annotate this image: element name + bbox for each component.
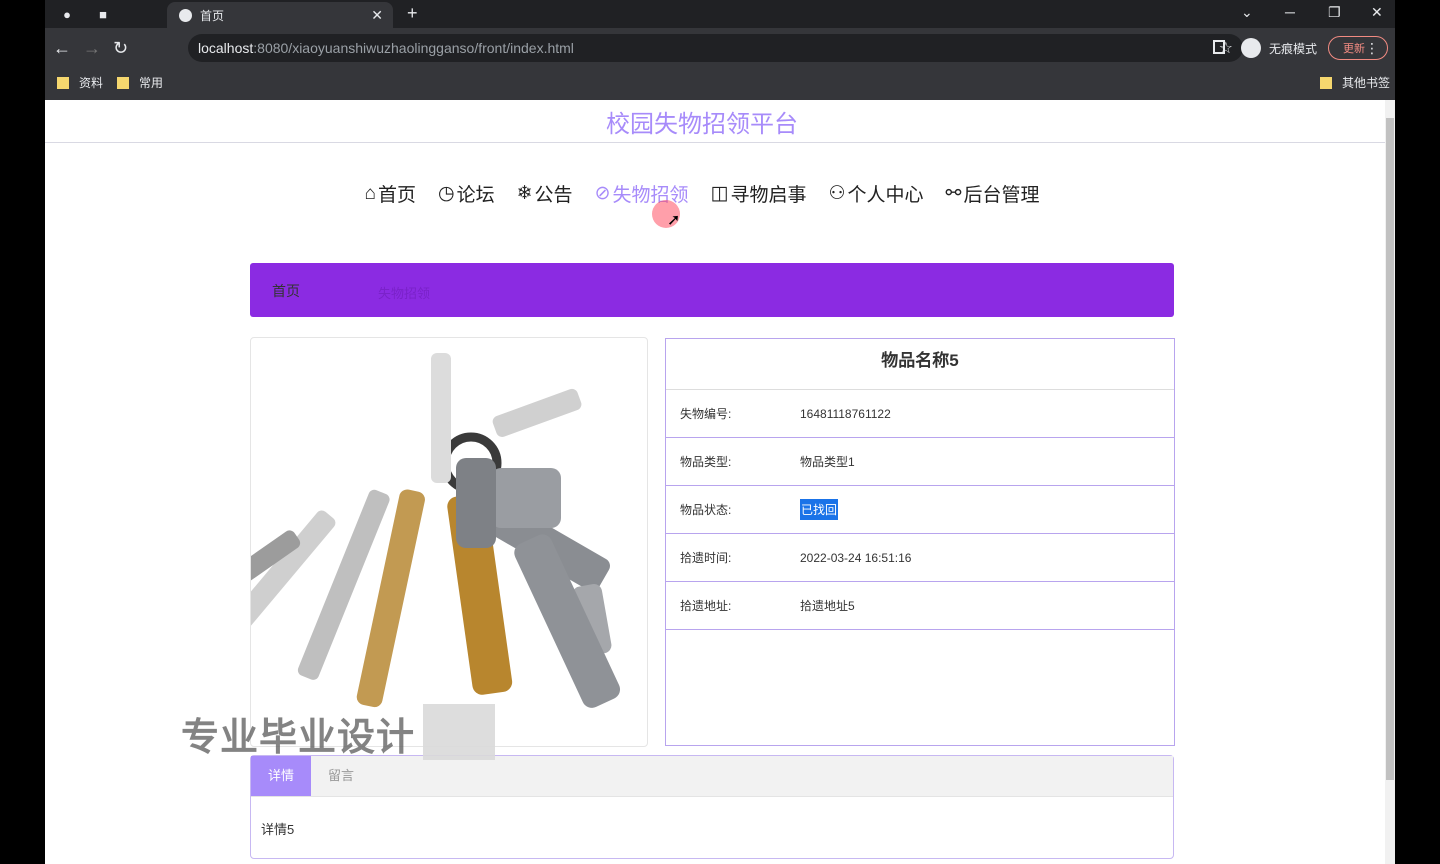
- incognito-label: 无痕模式: [1269, 41, 1318, 56]
- folder-icon: [1320, 76, 1332, 89]
- bookmark-label: 常用: [139, 76, 164, 90]
- globe-icon[interactable]: ●: [55, 4, 79, 24]
- info-row-type: 物品类型: 物品类型1: [666, 438, 1174, 486]
- folder-icon: [117, 76, 129, 89]
- field-value: 16481118761122: [800, 406, 891, 421]
- minimize-icon[interactable]: ─: [1285, 4, 1295, 20]
- browser-titlebar: ● ■ 首页 ✕ + ⌄ ─ ❐ ✕: [45, 0, 1395, 28]
- nav-admin[interactable]: ⚯ 后台管理: [946, 180, 1040, 207]
- item-name: 物品名称5: [666, 339, 1174, 390]
- user-icon: ⚇: [828, 183, 846, 204]
- home-icon: ⌂: [364, 182, 376, 204]
- side-panel-icon[interactable]: [1213, 40, 1225, 54]
- site-title: 校园失物招领平台: [606, 111, 798, 138]
- reload-icon[interactable]: ↻: [113, 38, 128, 58]
- other-bookmarks-label: 其他书签: [1342, 76, 1391, 90]
- field-value: 2022-03-24 16:51:16: [800, 550, 912, 565]
- folder-icon: [57, 76, 69, 89]
- gear-icon: ❄: [516, 183, 533, 204]
- breadcrumb-home[interactable]: 首页: [272, 281, 300, 301]
- field-value: 拾遗地址5: [800, 599, 855, 613]
- bookmarks-bar: 资料 常用 其他书签: [45, 68, 1395, 101]
- nav-label: 后台管理: [963, 185, 1040, 206]
- address-bar[interactable]: i localhost:8080/xiaoyuanshiwuzhaolingga…: [188, 34, 1243, 287]
- browser-tab[interactable]: 首页 ✕: [167, 2, 393, 28]
- new-tab-button[interactable]: +: [407, 3, 418, 24]
- nav-notice[interactable]: ❄ 公告: [517, 180, 573, 207]
- detail-tab-header: 详情 留言: [251, 756, 1173, 797]
- page-content: 校园失物招领平台 ⌂ 首页 ◷ 论坛 ❄ 公告 ⊘ 失物招领 ◫ 寻物启事 ⚇ 个人中心 ⚯…: [45, 100, 1385, 864]
- nav-label: 首页: [378, 185, 417, 206]
- restore-icon[interactable]: ❐: [1328, 4, 1341, 21]
- mouse-cursor-icon: ➚: [667, 212, 681, 229]
- main-nav: ⌂ 首页 ◷ 论坛 ❄ 公告 ⊘ 失物招领 ◫ 寻物启事 ⚇ 个人中心 ⚯ 后台管理: [45, 180, 1359, 207]
- tab-comments[interactable]: 留言: [311, 756, 371, 796]
- detail-content: 详情5: [261, 822, 295, 837]
- item-info-panel: 物品名称5 失物编号: 16481118761122 物品类型: 物品类型1 物品状…: [665, 338, 1175, 746]
- clock-icon: ◷: [438, 183, 455, 204]
- detail-tabs: 详情 留言 详情5: [250, 755, 1174, 859]
- tab-title: 首页: [200, 8, 225, 23]
- close-tab-icon[interactable]: ✕: [371, 7, 383, 24]
- field-label: 拾遗时间:: [680, 551, 732, 565]
- header-divider: [45, 142, 1385, 143]
- link-icon: ⊘: [594, 183, 611, 204]
- item-image: [162, 337, 648, 747]
- url-path: :8080/xiaoyuanshiwuzhaolingganso/front/i…: [253, 40, 574, 56]
- close-window-icon[interactable]: ✕: [1371, 4, 1383, 21]
- bookmark-label: 资料: [79, 76, 104, 90]
- keys-image: [162, 353, 621, 708]
- incognito-icon: [1241, 38, 1261, 58]
- scrollbar-thumb[interactable]: [1386, 118, 1394, 780]
- tab-search-icon[interactable]: ⌄: [1241, 4, 1253, 21]
- field-label: 拾遗地址:: [680, 599, 732, 613]
- incognito-indicator[interactable]: 无痕模式: [1241, 34, 1317, 62]
- tab-favicon-icon: [179, 8, 192, 22]
- info-row-address: 拾遗地址: 拾遗地址5: [666, 582, 1174, 630]
- glasses-icon: ◫: [710, 183, 729, 204]
- info-row-time: 拾遗时间: 2022-03-24 16:51:16: [666, 534, 1174, 582]
- bookmark-folder-0[interactable]: 资料: [57, 74, 103, 91]
- nav-home[interactable]: ⌂ 首页: [365, 180, 417, 207]
- chain-icon: ⚯: [945, 183, 962, 204]
- watermark-text: 专业毕业设计: [181, 717, 416, 759]
- back-icon[interactable]: ←: [53, 38, 71, 58]
- field-value: 物品类型1: [800, 455, 855, 469]
- tab-detail[interactable]: 详情: [251, 756, 311, 796]
- nav-label: 公告: [534, 185, 573, 206]
- nav-profile[interactable]: ⚇ 个人中心: [828, 180, 923, 207]
- bookmark-folder-1[interactable]: 常用: [117, 74, 163, 91]
- browser-toolbar: ← → ↻ i localhost:8080/xiaoyuanshiwuzhao…: [45, 28, 1395, 287]
- window-icon[interactable]: ■: [91, 4, 115, 24]
- nav-forum[interactable]: ◷ 论坛: [438, 180, 495, 207]
- nav-label: 寻物启事: [730, 185, 807, 206]
- nav-search-notice[interactable]: ◫ 寻物启事: [711, 180, 807, 207]
- update-label: 更新: [1343, 43, 1365, 55]
- page-scrollbar[interactable]: [1385, 100, 1395, 864]
- info-row-status: 物品状态: 已找回: [666, 486, 1174, 534]
- breadcrumb: 首页 失物招领: [250, 263, 1174, 317]
- nav-label: 个人中心: [847, 185, 924, 206]
- watermark-blur: [423, 704, 495, 760]
- url-host: localhost: [198, 40, 254, 56]
- breadcrumb-current: 失物招领: [378, 286, 431, 301]
- other-bookmarks[interactable]: 其他书签: [1320, 74, 1390, 91]
- nav-label: 论坛: [456, 185, 495, 206]
- field-label: 失物编号:: [680, 407, 732, 421]
- forward-icon[interactable]: →: [83, 38, 101, 58]
- update-button[interactable]: 更新 ⋮: [1328, 36, 1388, 60]
- field-label: 物品类型:: [680, 455, 732, 469]
- nav-label: 失物招领: [612, 185, 689, 206]
- menu-dots-icon[interactable]: ⋮: [1365, 40, 1379, 57]
- info-row-id: 失物编号: 16481118761122: [666, 390, 1174, 438]
- field-label: 物品状态:: [680, 503, 732, 517]
- field-value-selected: 已找回: [800, 499, 839, 520]
